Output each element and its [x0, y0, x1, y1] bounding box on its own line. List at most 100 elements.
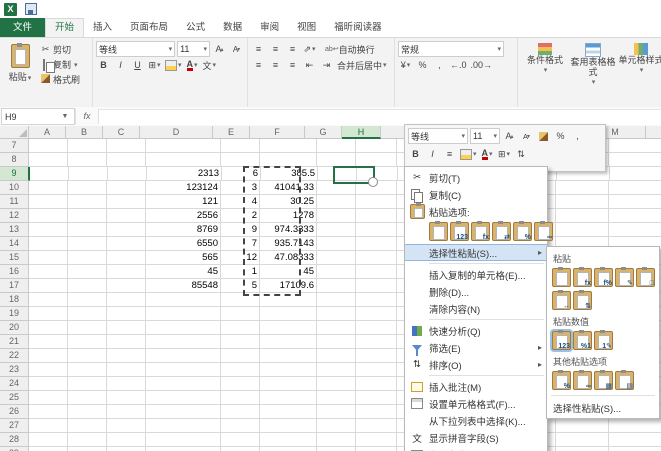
cell-D26[interactable]	[146, 405, 221, 419]
mini-bold-button[interactable]: B	[408, 147, 423, 162]
cell-G12[interactable]	[317, 209, 356, 223]
cell-G17[interactable]	[317, 279, 356, 293]
cell-A19[interactable]	[29, 307, 68, 321]
column-header-E[interactable]: E	[213, 126, 250, 139]
align-right-button[interactable]: ≡	[285, 58, 300, 72]
cell-F21[interactable]	[260, 335, 317, 349]
cell-H20[interactable]	[356, 321, 397, 335]
cell-B25[interactable]	[68, 391, 107, 405]
cell-B8[interactable]	[68, 153, 107, 167]
increase-decimal-button[interactable]: ←.0	[449, 58, 468, 72]
cell-E9[interactable]: 6	[222, 167, 261, 181]
mini-comma-button[interactable]: ,	[570, 129, 585, 144]
cell-F24[interactable]	[260, 377, 317, 391]
cell-H17[interactable]	[356, 279, 397, 293]
submenu-paste-values-2-icon[interactable]: 1✎	[594, 331, 613, 350]
cell-G25[interactable]	[317, 391, 356, 405]
paste-option-5-icon[interactable]: ∞	[534, 222, 553, 241]
copy-button[interactable]: 复制▾	[40, 58, 80, 71]
cell-E28[interactable]	[221, 433, 260, 447]
formula-input[interactable]	[99, 109, 661, 125]
row-header-17[interactable]: 17	[0, 279, 29, 293]
cell-C17[interactable]	[107, 279, 146, 293]
row-header-14[interactable]: 14	[0, 237, 29, 251]
cell-B26[interactable]	[68, 405, 107, 419]
cell-E10[interactable]: 3	[221, 181, 260, 195]
cell-L11[interactable]	[556, 195, 609, 209]
cell-C9[interactable]	[108, 167, 147, 181]
cell-G19[interactable]	[317, 307, 356, 321]
cell-G28[interactable]	[317, 433, 356, 447]
cell-C23[interactable]	[107, 363, 146, 377]
row-header-29[interactable]: 29	[0, 447, 29, 451]
cell-C20[interactable]	[107, 321, 146, 335]
mini-fill-color-button[interactable]: ▾	[459, 147, 478, 162]
cell-H24[interactable]	[356, 377, 397, 391]
format-as-table-button[interactable]: 套用表格格式 ▾	[569, 41, 617, 110]
cell-L12[interactable]	[556, 209, 609, 223]
cell-G27[interactable]	[317, 419, 356, 433]
tab-page-layout[interactable]: 页面布局	[121, 18, 177, 37]
cell-A15[interactable]	[29, 251, 68, 265]
row-header-11[interactable]: 11	[0, 195, 29, 209]
submenu-paste-values-0-icon[interactable]: 123	[552, 331, 571, 350]
cell-C22[interactable]	[107, 349, 146, 363]
percent-style-button[interactable]: %	[415, 58, 430, 72]
cell-B19[interactable]	[68, 307, 107, 321]
cell-G29[interactable]	[317, 447, 356, 451]
cell-D17[interactable]: 85548	[146, 279, 221, 293]
tab-data[interactable]: 数据	[214, 18, 251, 37]
cell-M28[interactable]	[609, 433, 661, 447]
tab-foxit-reader[interactable]: 福昕阅读器	[325, 18, 391, 37]
cell-H28[interactable]	[356, 433, 397, 447]
cell-E18[interactable]	[221, 293, 260, 307]
cell-G7[interactable]	[317, 139, 356, 153]
cell-E16[interactable]: 1	[221, 265, 260, 279]
tab-review[interactable]: 审阅	[251, 18, 288, 37]
column-header-F[interactable]: F	[250, 126, 305, 139]
cell-H7[interactable]	[356, 139, 397, 153]
column-header-D[interactable]: D	[140, 126, 213, 139]
submenu-other-paste-1-icon[interactable]: ∞	[573, 371, 592, 390]
mini-font-size-combo[interactable]: 11▾	[470, 128, 500, 144]
cell-B15[interactable]	[68, 251, 107, 265]
tab-insert[interactable]: 插入	[84, 18, 121, 37]
cut-button[interactable]: ✂剪切	[40, 43, 80, 56]
paste-button[interactable]: 粘贴▾	[3, 41, 37, 86]
cell-C21[interactable]	[107, 335, 146, 349]
cell-F23[interactable]	[260, 363, 317, 377]
cell-D25[interactable]	[146, 391, 221, 405]
cell-styles-button[interactable]: 单元格样式 ▾	[617, 41, 661, 110]
cell-B28[interactable]	[68, 433, 107, 447]
cell-B10[interactable]	[68, 181, 107, 195]
cell-A26[interactable]	[29, 405, 68, 419]
submenu-paste-more-0-icon[interactable]: ↔	[552, 291, 571, 310]
cell-A16[interactable]	[29, 265, 68, 279]
cell-F28[interactable]	[260, 433, 317, 447]
cell-G16[interactable]	[317, 265, 356, 279]
cell-H15[interactable]	[356, 251, 397, 265]
name-box[interactable]: H9 ▼	[1, 108, 75, 125]
submenu-paste-4-icon[interactable]: □	[636, 268, 655, 287]
tab-view[interactable]: 视图	[288, 18, 325, 37]
cell-D27[interactable]	[146, 419, 221, 433]
cell-D22[interactable]	[146, 349, 221, 363]
cell-F11[interactable]: 30.25	[260, 195, 317, 209]
cell-A28[interactable]	[29, 433, 68, 447]
shrink-font-button[interactable]: A▾	[229, 42, 244, 56]
cell-B27[interactable]	[68, 419, 107, 433]
row-header-28[interactable]: 28	[0, 433, 29, 447]
row-header-15[interactable]: 15	[0, 251, 29, 265]
column-header-B[interactable]: B	[66, 126, 103, 139]
cell-E29[interactable]	[221, 447, 260, 451]
tab-formulas[interactable]: 公式	[177, 18, 214, 37]
menu-item-paste-special[interactable]: 选择性粘贴(S)... ▸	[405, 244, 547, 261]
submenu-other-paste-2-icon[interactable]: ▦	[594, 371, 613, 390]
cell-G20[interactable]	[317, 321, 356, 335]
cell-H18[interactable]	[356, 293, 397, 307]
cell-C28[interactable]	[107, 433, 146, 447]
cell-C27[interactable]	[107, 419, 146, 433]
cell-G13[interactable]	[317, 223, 356, 237]
mini-grow-font-button[interactable]: A▴	[502, 129, 517, 144]
row-header-13[interactable]: 13	[0, 223, 29, 237]
